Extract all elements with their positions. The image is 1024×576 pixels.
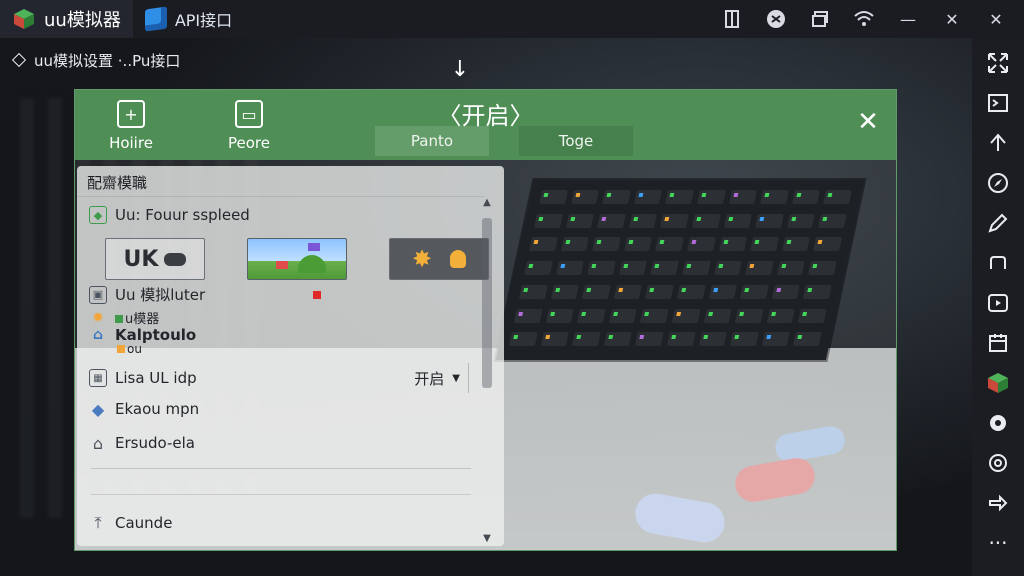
tab-toge[interactable]: Toge — [519, 126, 633, 156]
setting-label: Caunde — [115, 514, 173, 532]
settings-dialog: + Hoiire ▭ Peore 〈开启〉 Panto Toge ✕ 配齋模職 … — [74, 89, 897, 551]
setting-label: u模器 — [125, 312, 160, 327]
mouse-image — [632, 490, 728, 546]
tag-icon — [117, 345, 125, 353]
down-arrow-icon: ↓ — [450, 57, 470, 82]
tab-active-label: uu模拟器 — [44, 10, 121, 31]
divider — [91, 468, 471, 469]
keyboard-image — [495, 180, 865, 360]
setting-label: ou — [127, 342, 142, 356]
scroll-down-icon[interactable]: ▼ — [480, 532, 494, 546]
terminal-icon[interactable] — [980, 86, 1016, 120]
diamond-shield-icon: ◆ — [91, 399, 105, 419]
wifi-icon[interactable] — [844, 0, 884, 38]
thumb-uk-label: UK — [123, 246, 159, 272]
app-cube-icon[interactable] — [980, 366, 1016, 400]
calendar-icon[interactable] — [980, 326, 1016, 360]
select-value: 开启 — [414, 369, 445, 388]
right-toolbar: ··· — [972, 38, 1024, 576]
language-select-row[interactable]: ▦ Lisa UL idp 开启 ▼ — [89, 362, 469, 394]
pen-icon[interactable] — [980, 206, 1016, 240]
scroll-thumb[interactable] — [482, 218, 492, 388]
bookmark-icon[interactable] — [712, 0, 752, 38]
setting-label: Uu 模拟luter — [115, 286, 206, 304]
grid-icon: ▦ — [89, 369, 107, 387]
divider — [77, 196, 485, 197]
setting-label: Ekaou mpn — [115, 400, 200, 418]
gear-icon[interactable] — [980, 406, 1016, 440]
expand-icon[interactable] — [980, 46, 1016, 80]
setting-label: Ersudo-ela — [115, 434, 195, 452]
compass-icon[interactable] — [980, 166, 1016, 200]
setting-row[interactable]: ▣ Uu 模拟luter — [89, 284, 205, 305]
thumb-landscape[interactable] — [247, 238, 347, 280]
tab-api[interactable]: API接口 — [133, 0, 244, 38]
select-dropdown[interactable]: 开启 ▼ — [414, 363, 469, 393]
sign-icon — [276, 261, 288, 269]
setting-label: Uu: Fouur sspleed — [115, 206, 250, 224]
thumb-uk[interactable]: UK — [105, 238, 205, 280]
setting-row[interactable]: ⌂ Kalptoulo — [89, 326, 196, 344]
maximize-close-icon[interactable]: ✕ — [932, 0, 972, 38]
more-icon[interactable]: ··· — [980, 526, 1016, 560]
scroll-up-icon[interactable]: ▲ — [480, 196, 494, 210]
setting-row[interactable]: ◆ Ekaou mpn — [89, 399, 200, 419]
scrollbar[interactable]: ▲ ▼ — [480, 196, 494, 546]
minimize-icon[interactable]: — — [888, 0, 928, 38]
hill-icon — [298, 255, 326, 273]
restore-window-icon[interactable] — [800, 0, 840, 38]
app-logo-icon — [12, 7, 36, 31]
breadcrumb: uu模拟设置 ·..Pu接口 — [11, 48, 181, 72]
arrow-right-icon[interactable] — [980, 486, 1016, 520]
account-icon[interactable] — [756, 0, 796, 38]
setting-row[interactable]: ⌂ Ersudo-ela — [89, 433, 195, 453]
video-icon[interactable] — [980, 286, 1016, 320]
mouse-image — [773, 424, 847, 464]
dialog-header: + Hoiire ▭ Peore 〈开启〉 Panto Toge ✕ — [75, 90, 896, 160]
cube-icon — [144, 6, 167, 32]
nav-label: Peore — [228, 134, 270, 152]
thumb-dark[interactable]: ✸ — [389, 238, 489, 280]
flag-icon — [308, 243, 320, 251]
setting-row[interactable]: ◆ Uu: Fouur sspleed — [89, 206, 250, 224]
loop-icon[interactable] — [980, 246, 1016, 280]
dialog-tabs: Panto Toge — [375, 126, 633, 156]
bulb-icon — [450, 250, 467, 268]
divider — [91, 494, 471, 495]
breadcrumb-text: uu模拟设置 ·..Pu接口 — [34, 51, 181, 70]
tab-uu-emulator[interactable]: uu模拟器 — [0, 0, 133, 38]
setting-row: ou — [117, 342, 142, 356]
setting-row[interactable]: ✹ u模器 — [89, 308, 160, 328]
tab-panto[interactable]: Panto — [375, 126, 489, 156]
home-icon: ⌂ — [92, 433, 104, 453]
sun-icon: ✹ — [92, 309, 104, 326]
settings-panel: 配齋模職 ◆ Uu: Fouur sspleed UK ✸ ▣ Uu 模拟lut… — [77, 166, 504, 546]
panel-title: 配齋模職 — [87, 174, 148, 192]
mouse-image — [732, 455, 818, 505]
marker-icon — [313, 291, 321, 299]
window-controls: — ✕ ✕ — [712, 0, 1024, 38]
close-icon[interactable]: ✕ — [854, 108, 882, 136]
arrow-up-icon[interactable] — [980, 126, 1016, 160]
shield-icon: ◆ — [89, 206, 107, 224]
star-icon: ✸ — [411, 245, 433, 273]
nav-label: Hoiire — [109, 134, 153, 152]
thumbnail-options: UK ✸ — [105, 238, 489, 280]
upload-icon: ⤒ — [94, 513, 102, 532]
select-label: Lisa UL idp — [115, 369, 197, 387]
title-bar: uu模拟器 API接口 — ✕ ✕ — [0, 0, 1024, 38]
chevron-down-icon: ▼ — [452, 372, 460, 384]
tab-api-label: API接口 — [174, 11, 233, 30]
house-icon: ⌂ — [92, 327, 104, 343]
tag-icon — [115, 315, 123, 323]
close-window-icon[interactable]: ✕ — [976, 0, 1016, 38]
device-icon: ▣ — [89, 285, 107, 304]
setting-row[interactable]: ⤒ Caunde — [89, 513, 173, 532]
toggle-pill-icon — [164, 252, 187, 266]
diamond-icon — [11, 52, 27, 68]
settings-icon[interactable] — [980, 446, 1016, 480]
